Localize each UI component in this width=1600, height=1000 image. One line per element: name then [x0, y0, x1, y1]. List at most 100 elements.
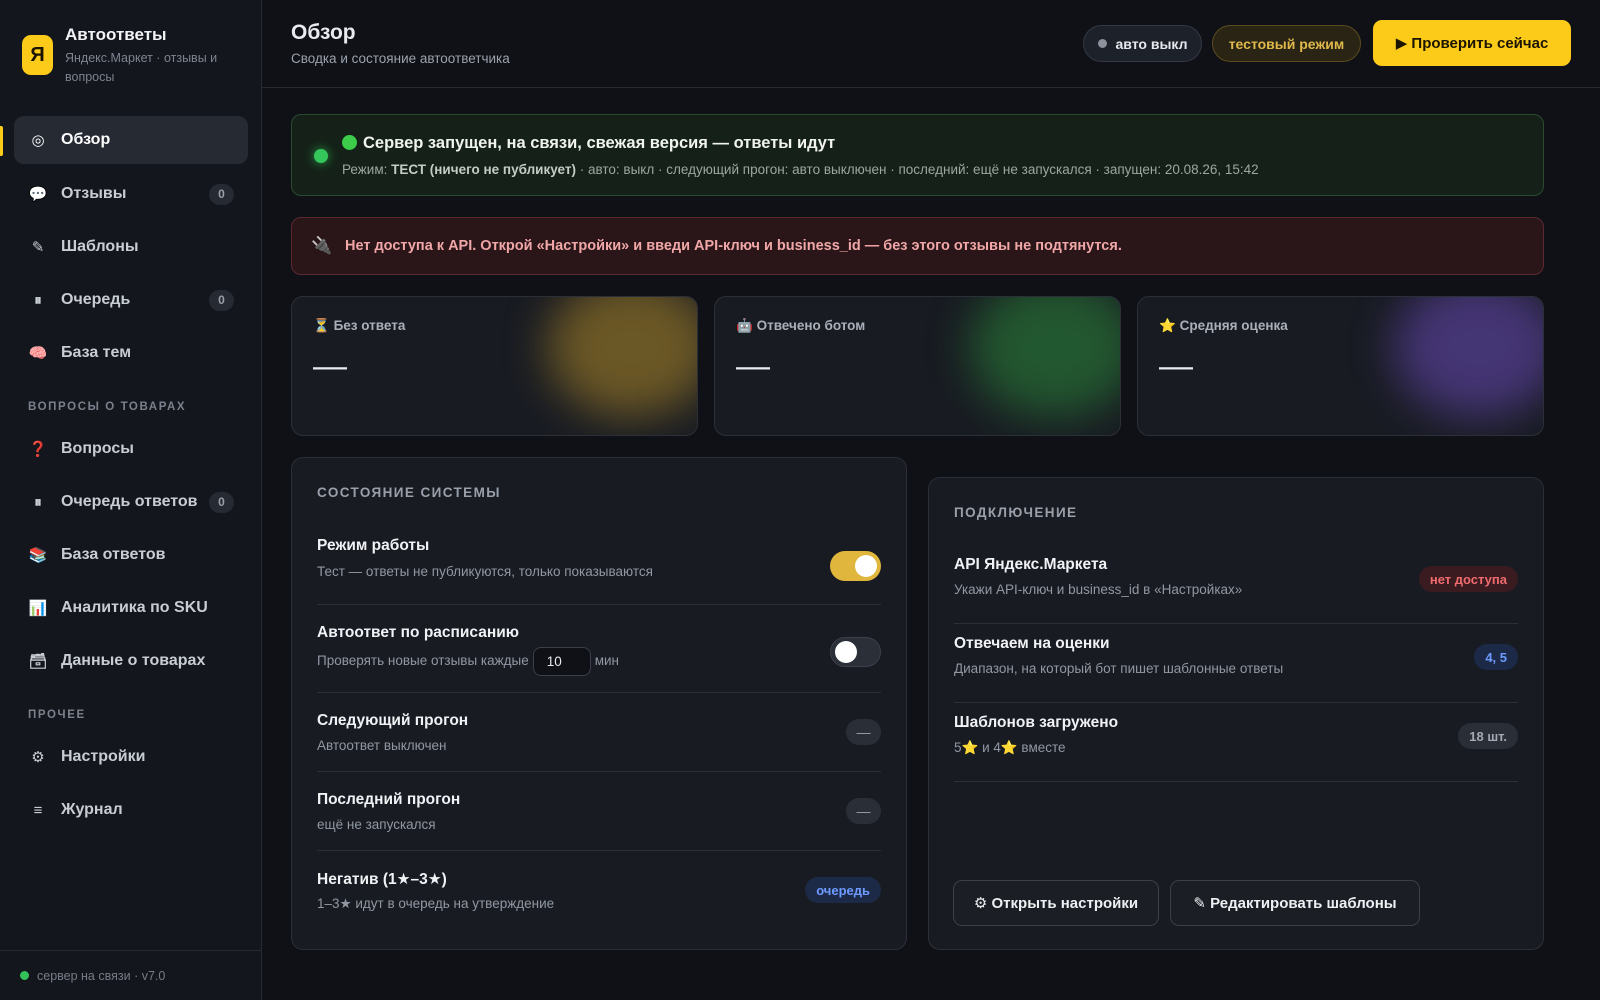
- interval-input[interactable]: 10: [532, 647, 591, 676]
- sidebar-item-questions[interactable]: ❓ Вопросы: [14, 425, 248, 473]
- books-icon: 📚: [28, 547, 48, 564]
- banner-title-text: Сервер запущен, на связи, свежая версия …: [363, 134, 836, 152]
- status-dot-icon: [20, 971, 29, 980]
- interval-prefix: Проверять новые отзывы каждые: [317, 653, 529, 669]
- last-run-row: Последний прогон ещё не запускался —: [317, 772, 881, 851]
- schedule-toggle[interactable]: [830, 637, 881, 667]
- auto-status-pill[interactable]: авто выкл: [1083, 25, 1202, 62]
- row-title: Отвечаем на оценки: [954, 635, 1110, 652]
- question-icon: ❓: [28, 441, 48, 458]
- stat-label: ⭐ Средняя оценка: [1159, 318, 1288, 334]
- negative-row: Негатив (1★–3★) 1–3★ идут в очередь на у…: [317, 851, 881, 930]
- last-run-value: —: [846, 798, 881, 824]
- sidebar-item-label: Настройки: [61, 748, 146, 765]
- mode-toggle[interactable]: [830, 551, 881, 581]
- sidebar-item-sku-analytics[interactable]: 📊 Аналитика по SKU: [14, 584, 248, 632]
- row-subtitle: 1–3★ идут в очередь на утверждение: [317, 896, 555, 911]
- ratings-row: Отвечаем на оценки Диапазон, на который …: [954, 624, 1518, 703]
- box-icon: 🗃: [28, 653, 48, 670]
- row-subtitle: Тест — ответы не публикуются, только пок…: [317, 564, 653, 579]
- queue-tag: очередь: [805, 877, 881, 903]
- section-label-other: ПРОЧЕЕ: [28, 709, 86, 721]
- server-status-footer: сервер на связи · v7.0: [0, 950, 262, 1000]
- page-header: Обзор Сводка и состояние автоответчика а…: [262, 0, 1600, 88]
- card-glow: [970, 297, 1120, 417]
- sidebar-item-queue[interactable]: ⏸ Очередь 0: [14, 276, 248, 324]
- server-status-text: сервер на связи · v7.0: [37, 968, 166, 983]
- sidebar-item-answers-base[interactable]: 📚 База ответов: [14, 531, 248, 579]
- banner-meta: Режим: ТЕСТ (ничего не публикует) · авто…: [342, 162, 1259, 177]
- row-subtitle: Автоответ выключен: [317, 738, 447, 753]
- row-title: Последний прогон: [317, 791, 461, 808]
- sidebar-item-label: Очередь ответов: [61, 493, 198, 510]
- interval-unit: мин: [594, 653, 620, 669]
- templates-count-tag: 18 шт.: [1458, 723, 1518, 749]
- sidebar-item-label: Шаблоны: [61, 238, 139, 255]
- stat-label-text: Средняя оценка: [1179, 318, 1288, 333]
- log-icon: ≡: [33, 801, 43, 819]
- sidebar-item-label: Аналитика по SKU: [61, 599, 208, 616]
- api-status-tag: нет доступа: [1418, 566, 1518, 592]
- stat-label-text: Отвечено ботом: [756, 318, 866, 333]
- status-dot-icon: [314, 149, 328, 163]
- green-circle-icon: [342, 135, 357, 150]
- sidebar-item-topics[interactable]: 🧠 База тем: [14, 329, 248, 377]
- section-label-questions: ВОПРОСЫ О ТОВАРАХ: [28, 401, 187, 413]
- sidebar-item-log[interactable]: ≡ Журнал: [14, 786, 248, 834]
- sidebar-item-label: Обзор: [61, 131, 111, 148]
- panel-title: ПОДКЛЮЧЕНИЕ: [954, 505, 1078, 520]
- mode-value: ТЕСТ (ничего не публикует): [391, 162, 576, 177]
- card-glow: [547, 297, 697, 417]
- row-title: Шаблонов загружено: [954, 714, 1119, 731]
- test-mode-pill[interactable]: тестовый режим: [1212, 25, 1361, 62]
- ratings-tag: 4, 5: [1474, 644, 1518, 670]
- sidebar-item-settings[interactable]: ⚙ Настройки: [14, 733, 248, 781]
- reviews-icon: 💬: [28, 186, 48, 203]
- sidebar-item-label: База тем: [61, 344, 132, 361]
- row-subtitle: Укажи API-ключ и business_id в «Настройк…: [954, 582, 1243, 597]
- sidebar-item-product-data[interactable]: 🗃 Данные о товарах: [14, 637, 248, 685]
- page-title: Обзор: [291, 21, 356, 44]
- panel-title: СОСТОЯНИЕ СИСТЕМЫ: [317, 485, 501, 500]
- row-title: Автоответ по расписанию: [317, 624, 519, 641]
- api-row: API Яндекс.Маркета Укажи API-ключ и busi…: [954, 545, 1518, 624]
- sidebar-item-overview[interactable]: ◎ Обзор: [14, 116, 248, 164]
- robot-icon: 🤖: [736, 318, 753, 333]
- stat-value: —: [736, 347, 770, 385]
- open-settings-button[interactable]: ⚙ Открыть настройки: [953, 880, 1159, 926]
- brain-icon: 🧠: [28, 345, 48, 362]
- stat-card-avg-rating: ⭐ Средняя оценка —: [1137, 296, 1544, 436]
- sidebar-item-reviews[interactable]: 💬 Отзывы 0: [14, 170, 248, 218]
- stat-card-unanswered: ⏳ Без ответа —: [291, 296, 698, 436]
- sidebar-item-label: Отзывы: [61, 185, 127, 202]
- sidebar-item-label: База ответов: [61, 546, 166, 563]
- mode-label: Режим:: [342, 162, 392, 177]
- answers-queue-icon: ⏸: [34, 493, 42, 511]
- stat-label-text: Без ответа: [333, 318, 406, 333]
- stat-card-bot-answered: 🤖 Отвечено ботом —: [714, 296, 1121, 436]
- row-title: Следующий прогон: [317, 712, 469, 729]
- star-icon: ⭐: [1159, 318, 1176, 333]
- edit-templates-button[interactable]: ✎ Редактировать шаблоны: [1170, 880, 1420, 926]
- brand: Я Автоответы Яндекс.Маркет · отзывы и во…: [22, 24, 233, 87]
- row-subtitle: 5⭐ и 4⭐ вместе: [954, 740, 1066, 755]
- stat-label: 🤖 Отвечено ботом: [736, 318, 865, 334]
- sidebar-item-templates[interactable]: ✎ Шаблоны: [14, 223, 248, 271]
- count-badge: 0: [209, 183, 234, 205]
- schedule-row: Автоответ по расписанию Проверять новые …: [317, 605, 881, 693]
- sidebar-item-label: Журнал: [61, 801, 123, 818]
- page-subtitle: Сводка и состояние автоответчика: [291, 51, 510, 66]
- yandex-logo-icon: Я: [22, 35, 53, 75]
- banner-title: Сервер запущен, на связи, свежая версия …: [342, 134, 835, 153]
- hourglass-icon: ⏳: [313, 318, 330, 333]
- sidebar-item-label: Вопросы: [61, 440, 134, 457]
- stat-value: —: [313, 347, 347, 385]
- toggle-knob: [855, 555, 877, 577]
- templates-icon: ✎: [31, 239, 45, 256]
- queue-icon: ⏸: [34, 291, 42, 309]
- count-badge: 0: [209, 289, 234, 311]
- stat-value: —: [1159, 347, 1193, 385]
- row-title: Режим работы: [317, 537, 430, 554]
- sidebar-item-answers-queue[interactable]: ⏸ Очередь ответов 0: [14, 478, 248, 526]
- check-now-button[interactable]: ▶ Проверить сейчас: [1373, 20, 1571, 66]
